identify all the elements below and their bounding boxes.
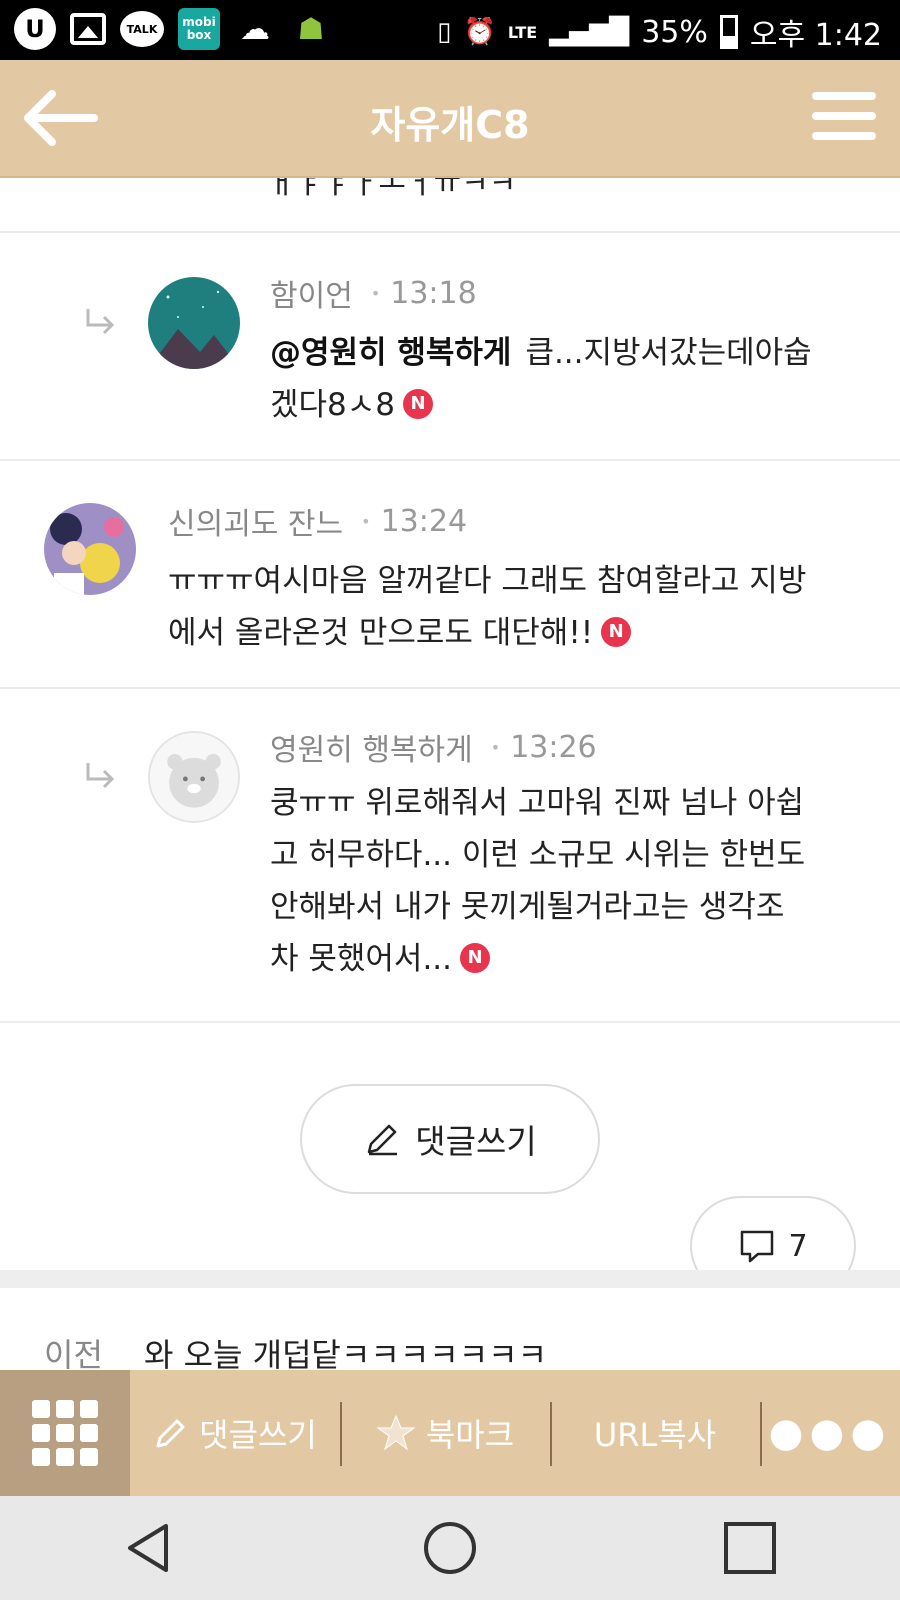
system-status: ▯ ⏰ LTE ▂▄▆█ 35% 오후 1:42 [437,10,882,54]
avatar-night-mountain-image [148,277,240,369]
comment-item: 신의괴도 잔느 • 13:24 ㅠㅠㅠ여시마음 알꺼같다 그래도 참여할라고 지… [0,461,900,689]
alarm-icon: ⏰ [463,17,496,47]
reply-arrow-icon [86,309,115,335]
app-header: 자유개C8 [0,60,900,178]
comment-text: 쿵ㅠㅠ 위로해줘서 고마워 진짜 넘나 아쉽 고 허무하다... 이런 소규모 … [270,785,806,977]
hamburger-icon [812,92,876,100]
grid-menu-button[interactable] [0,1370,130,1496]
status-bar: U TALK mobi box ☁ ☗ ▯ ⏰ LTE ▂▄▆█ 35% 오후 … [0,0,900,60]
comment-bubble-icon [741,1230,774,1263]
android-icon: ☗ [297,11,325,47]
kakaotalk-icon: TALK [120,11,164,47]
comment-meta: 함이언 • 13:18 [270,271,477,315]
comment-time: 13:24 [380,503,468,539]
circle-home-icon [424,1522,476,1574]
nav-home-button[interactable] [405,1503,495,1593]
section-divider [0,1270,900,1288]
notification-icons: U TALK mobi box ☁ ☗ [14,8,332,50]
network-type: LTE [507,22,538,42]
url-copy-button[interactable]: URL복사 [550,1370,760,1496]
comment-list: ㅐㅑㅑㅏㅗㅓㅠㅋㅋ 함이언 • 13:18 @영원히 행복하게 큽...지방서갔는… [0,178,900,1023]
comment-text: ㅠㅠㅠ여시마음 알꺼같다 그래도 참여할라고 지방 에서 올라온것 만으로도 대… [168,563,807,651]
comment-time: 13:26 [510,729,597,765]
comment-count: 7 [788,1228,808,1264]
avatar[interactable] [148,731,240,823]
comment-meta: 영원히 행복하게 • 13:26 [270,725,597,769]
bookmark-button[interactable]: 북마크 [340,1370,550,1496]
vibrate-icon: ▯ [437,17,452,47]
grid-icon [32,1400,98,1466]
triangle-back-icon [128,1524,168,1572]
page-title: 자유개C8 [370,103,530,147]
gallery-icon [70,13,106,45]
new-badge: N [403,388,434,419]
bird-icon: ☁ [240,11,270,47]
nav-back-button[interactable] [105,1503,195,1593]
square-recents-icon [724,1522,776,1574]
mention[interactable]: @영원히 행복하게 [270,335,511,371]
comment-author[interactable]: 함이언 [270,271,353,315]
battery-percent: 35% [641,14,708,50]
new-badge: N [460,942,491,973]
pencil-icon [156,1419,185,1448]
battery-icon [719,15,738,49]
reply-arrow-icon [86,763,115,789]
avatar-anime-image [44,503,136,595]
pencil-icon [368,1124,398,1156]
system-nav-bar [0,1496,900,1600]
signal-icon: ▂▄▆█ [549,17,630,47]
comment-meta: 신의괴도 잔느 • 13:24 [168,499,467,543]
write-comment-button[interactable]: 댓글쓰기 [300,1084,600,1194]
comment-text: @영원히 행복하게 큽...지방서갔는데아숩 겠다8ㅅ8 N [270,335,812,423]
u-plus-icon: U [14,8,56,50]
comment-time: 13:18 [390,275,477,311]
bottom-toolbar: 댓글쓰기 북마크 URL복사 ●●● [0,1370,900,1496]
avatar[interactable] [148,277,240,369]
comment-text: ㅐㅑㅑㅏㅗㅓㅠㅋㅋ [268,178,517,201]
comment-actions: 댓글쓰기 7 [0,1032,900,1296]
clock: 오후 1:42 [749,18,882,53]
nav-recents-button[interactable] [705,1503,795,1593]
comment-item: 함이언 • 13:18 @영원히 행복하게 큽...지방서갔는데아숩 겠다8ㅅ8 N [0,233,900,461]
more-dots-icon: ●●● [768,1410,892,1456]
star-icon [376,1414,416,1451]
mobibox-icon: mobi box [178,8,220,50]
new-badge: N [601,616,632,647]
comment-item-partial: ㅐㅑㅑㅏㅗㅓㅠㅋㅋ [0,178,900,233]
toolbar-write-comment-button[interactable]: 댓글쓰기 [130,1370,340,1496]
comment-author[interactable]: 영원히 행복하게 [270,725,473,769]
prev-post-link[interactable]: 이전 와 오늘 개덥닽ㅋㅋㅋㅋㅋㅋㅋ [0,1288,900,1374]
menu-button[interactable] [812,92,876,144]
avatar-default-bear-image [150,733,238,821]
comment-author[interactable]: 신의괴도 잔느 [168,499,343,543]
comment-item: 영원히 행복하게 • 13:26 쿵ㅠㅠ 위로해줘서 고마워 진짜 넘나 아쉽 … [0,689,900,1023]
more-button[interactable]: ●●● [760,1370,900,1496]
avatar[interactable] [44,503,136,595]
